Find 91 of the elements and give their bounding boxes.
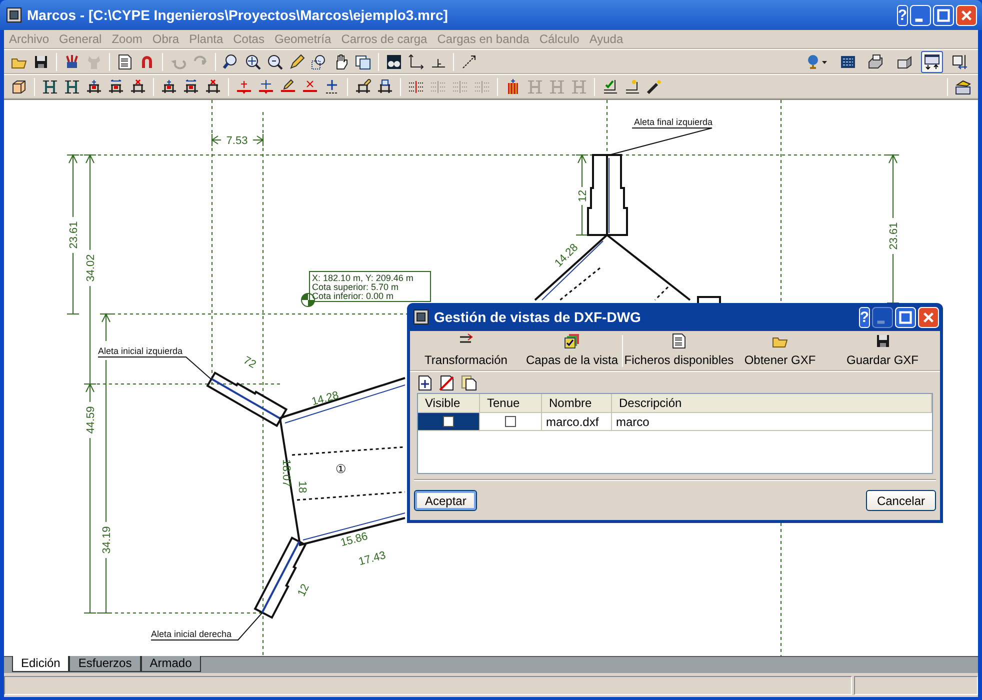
- brushes-icon[interactable]: [64, 54, 80, 70]
- grid-icon[interactable]: [408, 78, 424, 94]
- wand-icon[interactable]: [646, 78, 662, 94]
- h-frame-icon[interactable]: [42, 78, 58, 94]
- dimension-label: 15.86: [339, 530, 370, 550]
- callout-label: Aleta final izquierda: [634, 117, 713, 127]
- window-title: Marcos - [C:\CYPE Ingenieros\Proyectos\Marcos\ejemplo3.mrc]: [27, 6, 448, 25]
- windows-icon[interactable]: [355, 54, 371, 70]
- dialog-button[interactable]: Cancelar: [866, 490, 936, 511]
- toolbar-button[interactable]: Capas de la vista: [522, 332, 622, 370]
- dimension-label: 34.02: [84, 254, 97, 282]
- dimension-label: 7.53: [226, 134, 248, 147]
- dimension-label: 34.19: [100, 526, 113, 554]
- dimension-label: 17.43: [357, 549, 388, 568]
- line-plus-icon[interactable]: [236, 78, 252, 94]
- dimension-label: 18: [296, 480, 308, 494]
- node-icon[interactable]: [505, 78, 521, 94]
- table-cell: marco.dxf: [542, 413, 612, 430]
- column-header[interactable]: Descripción: [612, 394, 932, 412]
- frame-arrows-icon[interactable]: [183, 78, 199, 94]
- maximize-icon[interactable]: [933, 4, 954, 26]
- axes-icon[interactable]: [408, 54, 424, 70]
- zoom-window-icon[interactable]: [311, 54, 327, 70]
- toolbar-button[interactable]: Guardar GXF: [825, 332, 940, 370]
- magnet-icon[interactable]: [139, 54, 155, 70]
- frame-plus-icon[interactable]: [86, 78, 102, 94]
- dimension-label: 14.28: [310, 389, 340, 408]
- toolbar-button[interactable]: Ficheros disponibles: [623, 332, 735, 370]
- dimension-label: 44.59: [84, 406, 97, 434]
- frame-box-icon[interactable]: [377, 78, 393, 94]
- document-slash-icon[interactable]: [439, 374, 455, 390]
- dimension-label: 12: [576, 190, 589, 202]
- info-text: Cota superior: 5.70 m: [312, 282, 399, 292]
- tab[interactable]: Esfuerzos: [69, 656, 141, 672]
- region-number: ①: [336, 462, 346, 476]
- close-icon[interactable]: [956, 4, 977, 26]
- tab[interactable]: Edición: [12, 656, 70, 672]
- h-frame-icon[interactable]: [64, 78, 80, 94]
- minimize-icon[interactable]: [910, 4, 931, 26]
- dimension-label: 18.07: [280, 459, 292, 487]
- dimension-label: 23.61: [888, 222, 900, 250]
- maximize-icon[interactable]: [895, 306, 916, 328]
- line-pencil-icon[interactable]: [280, 78, 296, 94]
- app-icon: [413, 309, 429, 325]
- column-header[interactable]: Visible: [418, 394, 480, 412]
- line-arrows-icon[interactable]: [258, 78, 274, 94]
- table-cell-text: marco: [615, 414, 650, 430]
- dimension-label: 72: [241, 354, 258, 371]
- dialog-title: Gestión de vistas de DXF-DWG: [434, 308, 641, 326]
- panel-arrows-icon[interactable]: [921, 50, 943, 72]
- help-button[interactable]: ?: [896, 4, 908, 26]
- cross-arrows-icon[interactable]: [324, 78, 340, 94]
- frame-arrows-icon[interactable]: [108, 78, 124, 94]
- callout-label: Aleta inicial derecha: [151, 629, 232, 639]
- document-plus-icon[interactable]: [417, 374, 433, 390]
- documents-icon[interactable]: [461, 374, 477, 390]
- list-check-icon[interactable]: [602, 78, 618, 94]
- frame-cross-icon[interactable]: [130, 78, 146, 94]
- app-icon: [6, 7, 22, 23]
- frame-plus-icon[interactable]: [161, 78, 177, 94]
- zoom-fit-icon[interactable]: [245, 54, 261, 70]
- dialog-button[interactable]: Aceptar: [414, 490, 478, 511]
- column-header[interactable]: Nombre: [542, 394, 612, 412]
- line-cross-icon[interactable]: [302, 78, 318, 94]
- document-icon[interactable]: [117, 54, 133, 70]
- callout-label: Aleta inicial izquierda: [98, 346, 183, 356]
- document-icon[interactable]: [671, 332, 687, 348]
- table-cell[interactable]: [418, 413, 480, 430]
- dimension-label: 23.61: [68, 221, 80, 249]
- toolbar-button[interactable]: Transformación: [410, 332, 522, 370]
- toolbar-button[interactable]: Obtener GXF: [735, 332, 825, 370]
- frame-pencil-icon[interactable]: [355, 78, 371, 94]
- help-button[interactable]: ?: [858, 306, 870, 328]
- close-icon[interactable]: [918, 306, 939, 328]
- checkbox[interactable]: [505, 416, 516, 427]
- binoculars-icon[interactable]: [386, 54, 402, 70]
- cube-icon[interactable]: [11, 78, 27, 94]
- dashed-line-icon[interactable]: [461, 54, 477, 70]
- zoom-in-icon[interactable]: [267, 54, 283, 70]
- checkbox[interactable]: [443, 416, 454, 427]
- pencil-icon[interactable]: [289, 54, 305, 70]
- frame-cross-icon[interactable]: [205, 78, 221, 94]
- list-star-icon[interactable]: [624, 78, 640, 94]
- layers-check-icon[interactable]: [564, 332, 580, 348]
- dimension-label: 12: [296, 582, 312, 598]
- zoom-arrow-icon[interactable]: [223, 54, 239, 70]
- layers-hand-icon[interactable]: [955, 78, 971, 94]
- tab[interactable]: Armado: [140, 656, 201, 672]
- column-header[interactable]: Tenue: [480, 394, 542, 412]
- info-text: Cota inferior: 0.00 m: [312, 291, 394, 301]
- info-text: X: 182.10 m, Y: 209.46 m: [312, 273, 414, 283]
